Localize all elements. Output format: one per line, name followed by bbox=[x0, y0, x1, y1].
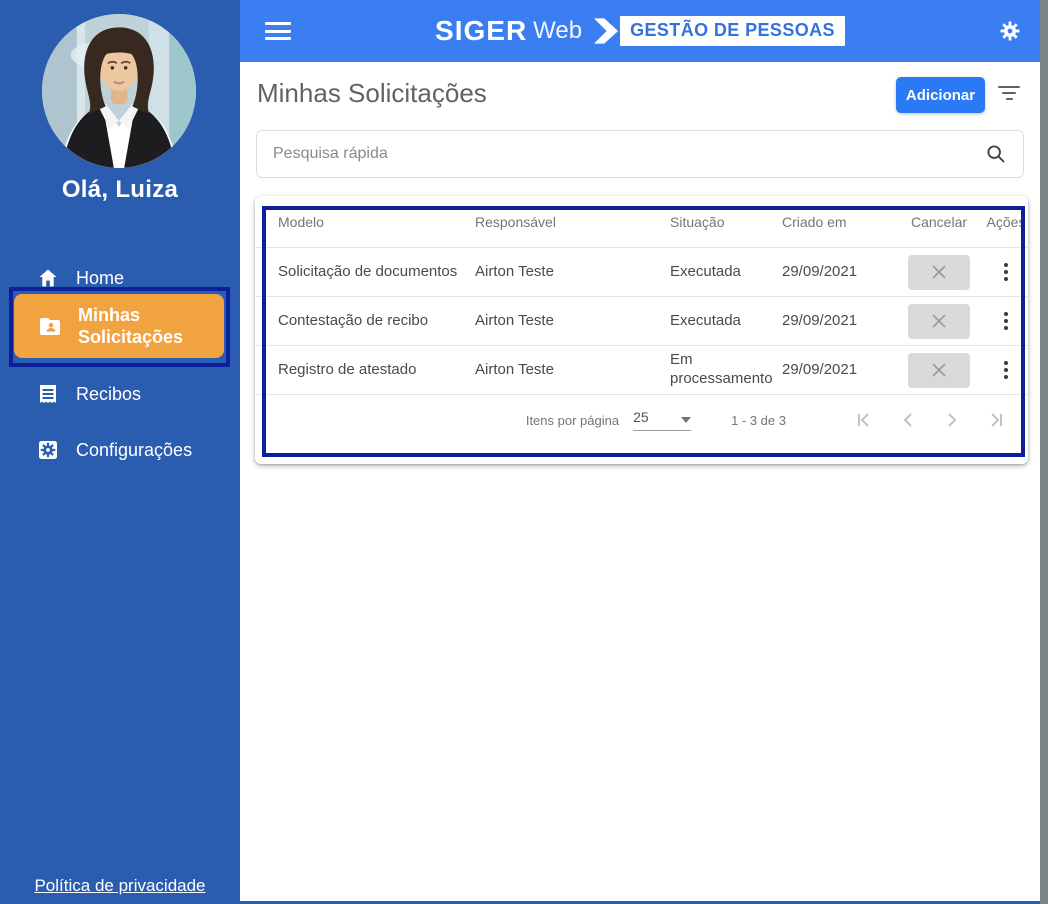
close-icon bbox=[932, 314, 946, 328]
cell-situacao: Executada bbox=[670, 262, 741, 280]
items-per-page-select[interactable]: 25 bbox=[633, 409, 692, 431]
gear-icon[interactable] bbox=[998, 19, 1022, 43]
pagination-range: 1 - 3 de 3 bbox=[731, 412, 786, 428]
cell-modelo: Contestação de recibo bbox=[278, 311, 429, 329]
cell-responsavel: Airton Teste bbox=[475, 262, 554, 280]
receipt-icon bbox=[40, 385, 56, 403]
add-button[interactable]: Adicionar bbox=[896, 77, 985, 113]
next-page-icon[interactable] bbox=[942, 410, 962, 430]
cancel-button[interactable] bbox=[908, 352, 970, 388]
col-header-situacao: Situação bbox=[670, 213, 725, 230]
table-row[interactable]: Contestação de recibo Airton Teste Execu… bbox=[255, 297, 1028, 346]
page-title: Minhas Solicitações bbox=[257, 78, 487, 108]
cell-situacao: Em processamento bbox=[670, 351, 773, 387]
col-header-responsavel: Responsável bbox=[475, 213, 556, 230]
cell-acoes bbox=[984, 356, 1028, 384]
kebab-menu-icon bbox=[1004, 361, 1008, 379]
table-body: Solicitação de documentos Airton Teste E… bbox=[255, 248, 1028, 395]
search-box bbox=[256, 130, 1024, 178]
cancel-button[interactable] bbox=[908, 303, 970, 339]
items-per-page-value: 25 bbox=[633, 409, 649, 425]
cancel-button[interactable] bbox=[908, 254, 970, 290]
requests-table-card: Modelo Responsável Situação Criado em Ca… bbox=[255, 196, 1028, 464]
first-page-icon[interactable] bbox=[854, 410, 874, 430]
cell-situacao: Executada bbox=[670, 311, 741, 329]
table-row[interactable]: Solicitação de documentos Airton Teste E… bbox=[255, 248, 1028, 297]
pagination-bar: Itens por página 25 1 - 3 de 3 bbox=[255, 395, 1028, 445]
cell-criado-em: 29/09/2021 bbox=[782, 262, 858, 280]
logo-siger: SIGER bbox=[435, 15, 528, 46]
kebab-menu-icon bbox=[1004, 312, 1008, 330]
avatar bbox=[42, 14, 196, 168]
user-greeting: Olá, Luiza bbox=[61, 176, 179, 203]
sidebar-item-label: Home bbox=[76, 267, 125, 288]
sidebar-item-minhas-solicitacoes[interactable]: Minhas Solicitações bbox=[14, 294, 224, 358]
topbar: SIGER Web GESTÃO DE PESSOAS bbox=[240, 0, 1040, 62]
col-header-criado-em: Criado em bbox=[782, 213, 847, 230]
table-header-row: Modelo Responsável Situação Criado em Ca… bbox=[255, 196, 1028, 248]
cell-responsavel: Airton Teste bbox=[475, 360, 554, 378]
row-actions-icon[interactable] bbox=[999, 307, 1013, 335]
cell-cancelar bbox=[894, 352, 984, 388]
privacy-policy-link[interactable]: Política de privacidade bbox=[0, 876, 240, 896]
sidebar-item-recibos[interactable]: Recibos bbox=[0, 368, 240, 420]
kebab-menu-icon bbox=[1004, 263, 1008, 281]
col-header-cancelar: Cancelar bbox=[910, 213, 968, 230]
col-header-acoes: Ações bbox=[986, 213, 1026, 230]
chevron-right-icon bbox=[594, 18, 619, 44]
sidebar: Olá, Luiza Home Minhas Solicitações Reci… bbox=[0, 0, 240, 901]
logo-web: Web bbox=[533, 17, 583, 44]
row-actions-icon[interactable] bbox=[999, 356, 1013, 384]
cell-acoes bbox=[984, 258, 1028, 286]
sidebar-item-label: Recibos bbox=[76, 383, 142, 404]
cell-criado-em: 29/09/2021 bbox=[782, 360, 858, 378]
cell-acoes bbox=[984, 307, 1028, 335]
last-page-icon[interactable] bbox=[986, 410, 1006, 430]
cell-modelo: Registro de atestado bbox=[278, 360, 417, 378]
filter-icon[interactable] bbox=[998, 86, 1020, 102]
logo-badge: GESTÃO DE PESSOAS bbox=[620, 16, 845, 46]
cell-responsavel: Airton Teste bbox=[475, 311, 554, 329]
sidebar-item-configuracoes[interactable]: Configurações bbox=[0, 424, 240, 476]
previous-page-icon[interactable] bbox=[898, 410, 918, 430]
folder-shared-icon bbox=[40, 318, 60, 335]
cell-modelo: Solicitação de documentos bbox=[278, 262, 458, 280]
cell-criado-em: 29/09/2021 bbox=[782, 311, 858, 329]
chevron-down-icon bbox=[681, 417, 692, 423]
sidebar-item-label: Configurações bbox=[76, 439, 193, 460]
close-icon bbox=[932, 265, 946, 279]
close-icon bbox=[932, 363, 946, 377]
cell-cancelar bbox=[894, 303, 984, 339]
search-input[interactable] bbox=[257, 145, 985, 163]
avatar-photo bbox=[42, 14, 196, 168]
pagination-nav bbox=[830, 410, 1006, 430]
search-icon[interactable] bbox=[985, 143, 1007, 165]
main-content: Minhas Solicitações Adicionar Modelo Res… bbox=[240, 62, 1040, 901]
settings-square-icon bbox=[39, 441, 57, 459]
col-header-modelo: Modelo bbox=[278, 213, 324, 230]
app-logo: SIGER Web GESTÃO DE PESSOAS bbox=[240, 0, 1040, 62]
window-edge-right bbox=[1040, 0, 1048, 904]
table-row[interactable]: Registro de atestado Airton Teste Em pro… bbox=[255, 346, 1028, 395]
app-window: Olá, Luiza Home Minhas Solicitações Reci… bbox=[0, 0, 1048, 904]
row-actions-icon[interactable] bbox=[999, 258, 1013, 286]
sidebar-item-label: Minhas Solicitações bbox=[78, 304, 184, 348]
cell-cancelar bbox=[894, 254, 984, 290]
items-per-page-label: Itens por página bbox=[525, 412, 620, 428]
